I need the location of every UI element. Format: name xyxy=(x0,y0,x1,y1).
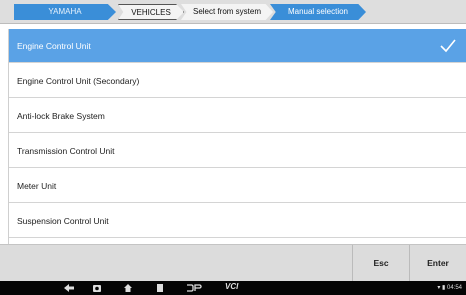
list-item-label: Suspension Control Unit xyxy=(17,216,109,226)
breadcrumb: YAMAHA VEHICLES Select from system Manua… xyxy=(0,0,466,24)
breadcrumb-item-brand[interactable]: YAMAHA xyxy=(14,4,116,20)
system-nav-bar: VCI ▾ ▮ 04:54 xyxy=(0,281,466,295)
breadcrumb-item-select-system[interactable]: Select from system xyxy=(181,4,273,20)
list-item-label: Engine Control Unit (Secondary) xyxy=(17,76,140,86)
list-item-abs[interactable]: Anti-lock Brake System xyxy=(9,99,466,133)
status-bar-clock: ▾ ▮ 04:54 xyxy=(437,285,462,291)
esc-button[interactable]: Esc xyxy=(352,245,409,281)
enter-button[interactable]: Enter xyxy=(409,245,466,281)
home-icon[interactable] xyxy=(123,283,133,293)
system-list: Engine Control Unit Engine Control Unit … xyxy=(8,29,466,244)
action-bar: Esc Enter xyxy=(0,245,466,281)
list-item-meter-unit[interactable]: Meter Unit xyxy=(9,169,466,203)
camera-icon[interactable] xyxy=(92,283,102,293)
list-item-label: Anti-lock Brake System xyxy=(17,111,105,121)
back-icon[interactable] xyxy=(62,283,76,293)
list-item-engine-control-unit[interactable]: Engine Control Unit xyxy=(9,29,466,63)
checkmark-icon xyxy=(440,39,456,53)
list-item-label: Transmission Control Unit xyxy=(17,146,115,156)
list-item-engine-control-unit-secondary[interactable]: Engine Control Unit (Secondary) xyxy=(9,64,466,98)
list-item-label: Engine Control Unit xyxy=(17,41,91,51)
breadcrumb-item-vehicles[interactable]: VEHICLES xyxy=(118,4,184,20)
vci-icon[interactable]: VCI xyxy=(225,282,238,291)
breadcrumb-item-manual-selection[interactable]: Manual selection xyxy=(270,4,366,20)
list-item-label: Meter Unit xyxy=(17,181,57,191)
recents-icon[interactable] xyxy=(156,283,164,293)
dp-icon[interactable] xyxy=(186,283,202,293)
list-item-transmission-control-unit[interactable]: Transmission Control Unit xyxy=(9,134,466,168)
list-item-suspension-control-unit[interactable]: Suspension Control Unit xyxy=(9,204,466,238)
